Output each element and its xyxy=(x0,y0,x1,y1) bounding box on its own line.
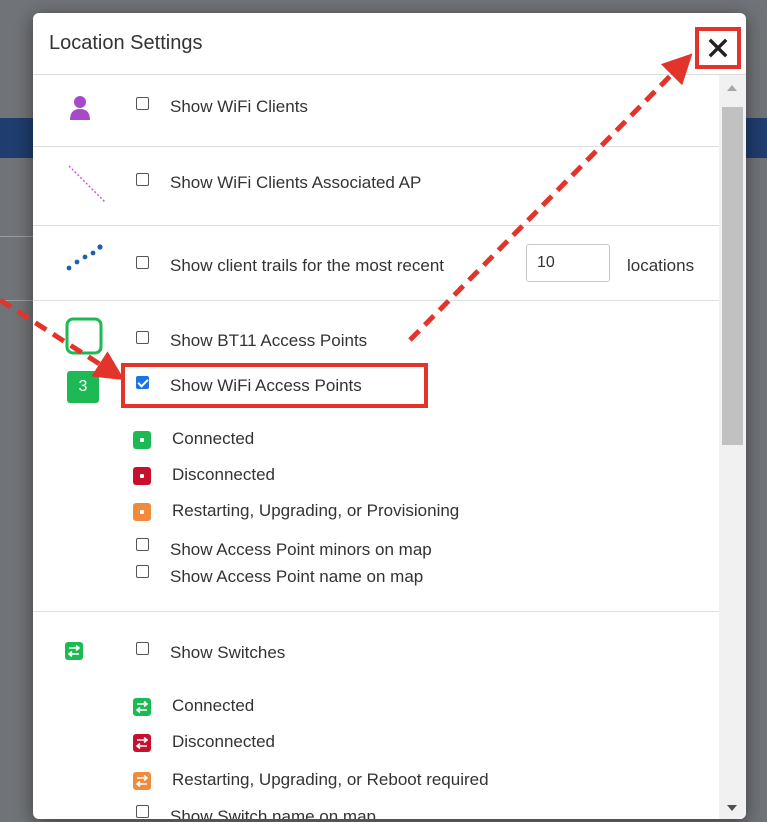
trail-count-input[interactable]: 10 xyxy=(526,244,610,282)
show-ap-name-label: Show Access Point name on map xyxy=(170,567,424,586)
disconnected-status-icon xyxy=(133,467,151,485)
show-switches-label: Show Switches xyxy=(170,643,286,662)
switch-restarting-label: Restarting, Upgrading, or Reboot require… xyxy=(172,770,489,789)
switch-connected-label: Connected xyxy=(172,696,255,715)
show-switch-name-checkbox[interactable] xyxy=(136,805,149,818)
show-wifi-clients-ap-label: Show WiFi Clients Associated AP xyxy=(170,173,422,192)
show-client-trails-checkbox[interactable] xyxy=(136,256,149,269)
section-access-points: Show BT11 Access Points 3 Show WiFi Acce… xyxy=(33,301,719,612)
scroll-up-arrow-icon[interactable] xyxy=(727,85,737,91)
wifi-ap-highlight-box xyxy=(121,363,428,408)
trail-dots-icon xyxy=(66,244,103,271)
show-wifi-clients-ap-checkbox[interactable] xyxy=(136,173,149,186)
ap-connected-label: Connected xyxy=(172,429,255,448)
dialog-title: Location Settings xyxy=(49,32,203,54)
section-wifi-clients-ap: Show WiFi Clients Associated AP xyxy=(33,147,719,226)
show-bt11-ap-label: Show BT11 Access Points xyxy=(170,331,368,350)
ap-count-badge: 3 xyxy=(67,371,99,403)
show-ap-minors-label: Show Access Point minors on map xyxy=(170,540,432,559)
ap-disconnected-label: Disconnected xyxy=(172,465,276,484)
person-icon xyxy=(70,96,90,120)
dotted-line-icon xyxy=(68,165,106,203)
show-ap-minors-checkbox[interactable] xyxy=(136,538,149,551)
switch-disconnected-label: Disconnected xyxy=(172,732,276,751)
locations-suffix-label: locations xyxy=(627,256,695,275)
show-client-trails-label: Show client trails for the most recent xyxy=(170,256,445,275)
show-ap-name-checkbox[interactable] xyxy=(136,565,149,578)
vertical-scrollbar[interactable] xyxy=(719,75,746,819)
section-wifi-clients: Show WiFi Clients xyxy=(33,75,719,147)
restarting-status-icon xyxy=(133,503,151,521)
close-button[interactable] xyxy=(695,27,741,69)
square-outline-icon xyxy=(65,317,103,355)
dialog-body: Show WiFi Clients Show WiFi Clients Asso… xyxy=(33,75,719,819)
show-switches-checkbox[interactable] xyxy=(136,642,149,655)
location-settings-dialog: Location Settings Show WiFi Clients Show… xyxy=(33,13,746,819)
section-switches: Show Switches Connected Disconnected Res… xyxy=(33,612,719,819)
switch-restarting-icon xyxy=(133,772,151,790)
section-client-trails: Show client trails for the most recent 1… xyxy=(33,226,719,301)
show-bt11-ap-checkbox[interactable] xyxy=(136,331,149,344)
show-switch-name-label: Show Switch name on map xyxy=(170,807,376,819)
switch-connected-icon xyxy=(133,698,151,716)
switch-disconnected-icon xyxy=(133,734,151,752)
connected-status-icon xyxy=(133,431,151,449)
scroll-thumb[interactable] xyxy=(722,107,743,445)
show-wifi-clients-label: Show WiFi Clients xyxy=(170,97,308,116)
close-icon xyxy=(708,38,728,58)
switch-icon xyxy=(65,642,83,660)
dialog-header: Location Settings xyxy=(33,13,746,75)
scroll-down-arrow-icon[interactable] xyxy=(727,805,737,811)
ap-restarting-label: Restarting, Upgrading, or Provisioning xyxy=(172,501,460,520)
show-wifi-clients-checkbox[interactable] xyxy=(136,97,149,110)
